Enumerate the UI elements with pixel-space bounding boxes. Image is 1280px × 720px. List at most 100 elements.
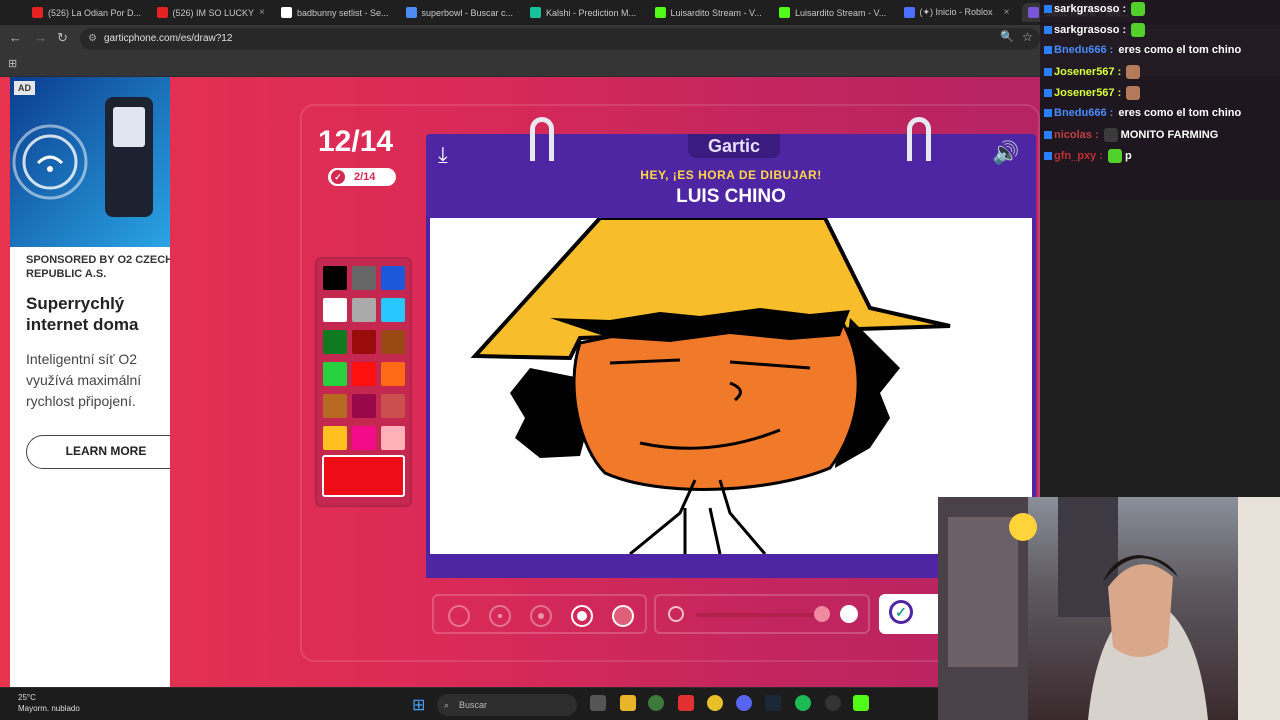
slider-track xyxy=(696,613,828,617)
done-check-icon: ✓ xyxy=(889,600,913,624)
color-swatch[interactable] xyxy=(352,266,376,290)
browser-tab[interactable]: badbunny setlist - Se...× xyxy=(275,3,393,22)
color-swatch[interactable] xyxy=(352,298,376,322)
tab-favicon-icon xyxy=(530,7,541,18)
size-4-button[interactable] xyxy=(571,605,593,627)
learn-more-button[interactable]: LEARN MORE xyxy=(26,435,170,469)
app-icon[interactable] xyxy=(678,695,694,711)
apps-grid-icon[interactable]: ⊞ xyxy=(8,57,17,70)
selected-color[interactable] xyxy=(322,455,405,497)
color-palette xyxy=(315,257,412,507)
opacity-slider[interactable] xyxy=(654,594,870,634)
emote-icon xyxy=(1107,149,1122,163)
chat-username[interactable]: sarkgrasoso : xyxy=(1054,24,1126,36)
spotify-icon[interactable] xyxy=(795,695,811,711)
color-swatch[interactable] xyxy=(352,426,376,450)
file-explorer-icon[interactable] xyxy=(620,695,636,711)
browser-tab[interactable]: (✦) Inicio - Roblox × xyxy=(898,3,1016,22)
windows-start-icon[interactable]: ⊞ xyxy=(412,695,425,715)
taskbar-search[interactable]: ⌕ Buscar xyxy=(437,694,577,716)
slider-thumb[interactable] xyxy=(814,606,830,622)
color-swatch[interactable] xyxy=(323,362,347,386)
tab-title: (✦) Inicio - Roblox xyxy=(919,7,993,17)
chat-username[interactable]: gfn_pxy : xyxy=(1054,150,1103,162)
color-swatch[interactable] xyxy=(381,394,405,418)
browser-tab[interactable]: Kalshi - Prediction M... × xyxy=(524,3,642,22)
chat-username[interactable]: Bnedu666 : xyxy=(1054,44,1113,56)
size-5-button[interactable] xyxy=(612,605,634,627)
bookmark-star-icon[interactable]: ☆ xyxy=(1022,30,1033,44)
chat-username[interactable]: Josener567 : xyxy=(1054,66,1121,78)
ad-banner[interactable]: AD SPONSORED BY O2 CZECH REPUBLIC A.S. S… xyxy=(10,77,170,687)
notebook-ring xyxy=(907,117,931,161)
steam-icon[interactable] xyxy=(765,695,781,711)
tab-close-icon[interactable]: × xyxy=(259,7,265,18)
badge-icon xyxy=(1044,152,1052,160)
tab-favicon-icon xyxy=(654,7,666,18)
progress-pill: ✓ 2/14 xyxy=(328,168,396,186)
badge-icon xyxy=(1044,26,1052,34)
size-2-button[interactable] xyxy=(489,605,511,627)
address-bar[interactable]: ⚙ garticphone.com/es/draw?12 xyxy=(80,28,1040,50)
size-3-button[interactable] xyxy=(530,605,552,627)
color-swatch[interactable] xyxy=(323,394,347,418)
color-swatch[interactable] xyxy=(352,362,376,386)
chat-username[interactable]: Josener567 : xyxy=(1054,87,1121,99)
volume-icon[interactable]: 🔊 xyxy=(992,140,1019,166)
chat-message: Josener567 : xyxy=(1044,86,1141,104)
back-icon[interactable]: ← xyxy=(9,30,22,45)
webcam-overlay xyxy=(938,497,1280,720)
emote-icon xyxy=(1131,2,1146,16)
zoom-icon[interactable]: 🔍 xyxy=(1000,30,1014,43)
discord-icon[interactable] xyxy=(736,695,752,711)
router-illustration xyxy=(12,97,153,217)
color-swatch[interactable] xyxy=(352,330,376,354)
browser-tab[interactable]: superbowl - Buscar c...× xyxy=(400,3,518,22)
tab-close-icon[interactable]: × xyxy=(641,7,642,18)
windows-taskbar: 25°C Mayorm. nublado ⊞ ⌕ Buscar xyxy=(0,687,938,720)
chat-message: sarkgrasoso : xyxy=(1044,23,1146,41)
xbox-icon[interactable] xyxy=(648,695,664,711)
color-swatch[interactable] xyxy=(381,266,405,290)
color-swatch[interactable] xyxy=(323,426,347,450)
chat-message: sarkgrasoso : xyxy=(1044,2,1146,20)
opacity-max-icon xyxy=(840,605,858,623)
browser-tab[interactable]: Luisardito Stream - V...× xyxy=(773,3,891,22)
forward-icon[interactable]: → xyxy=(34,30,47,45)
color-swatch[interactable] xyxy=(323,266,347,290)
chat-username[interactable]: Bnedu666 : xyxy=(1054,107,1113,119)
color-swatch[interactable] xyxy=(381,298,405,322)
weather-widget[interactable]: 25°C Mayorm. nublado xyxy=(18,692,80,714)
tab-title: Luisardito Stream - V... xyxy=(795,7,887,18)
browser-tab[interactable]: (526) La Odian Por D...× xyxy=(26,3,144,22)
weather-desc: Mayorm. nublado xyxy=(18,704,80,713)
tab-favicon-icon xyxy=(281,7,292,18)
color-swatch[interactable] xyxy=(323,298,347,322)
site-info-icon[interactable]: ⚙ xyxy=(88,28,97,50)
task-view-icon[interactable] xyxy=(590,695,606,711)
size-1-button[interactable] xyxy=(448,605,470,627)
tab-close-icon[interactable]: × xyxy=(1004,7,1010,18)
browser-tab[interactable]: (526) IM SO LUCKY × xyxy=(151,3,269,22)
reload-icon[interactable]: ↻ xyxy=(57,30,68,46)
chat-message: Bnedu666 : eres como el tom chino xyxy=(1044,107,1241,125)
download-icon[interactable]: ⤓ xyxy=(438,142,448,168)
done-button[interactable]: ✓ xyxy=(879,594,941,634)
obs-icon[interactable] xyxy=(825,695,841,711)
chrome-icon[interactable] xyxy=(707,695,723,711)
chat-text: eres como el tom chino xyxy=(1115,44,1242,56)
round-counter: 12/14 xyxy=(318,125,394,158)
tab-favicon-icon xyxy=(1028,7,1039,18)
color-swatch[interactable] xyxy=(381,362,405,386)
color-swatch[interactable] xyxy=(381,426,405,450)
kick-icon[interactable] xyxy=(853,695,869,711)
chat-username[interactable]: sarkgrasoso : xyxy=(1054,3,1126,15)
color-swatch[interactable] xyxy=(323,330,347,354)
ad-sponsor: SPONSORED BY O2 CZECH REPUBLIC A.S. xyxy=(26,254,170,280)
color-swatch[interactable] xyxy=(352,394,376,418)
badge-icon xyxy=(1044,109,1052,118)
chat-username[interactable]: nicolas : xyxy=(1054,129,1099,141)
emote-icon xyxy=(1131,23,1146,37)
color-swatch[interactable] xyxy=(381,330,405,354)
browser-tab[interactable]: Luisardito Stream - V...× xyxy=(649,3,767,22)
